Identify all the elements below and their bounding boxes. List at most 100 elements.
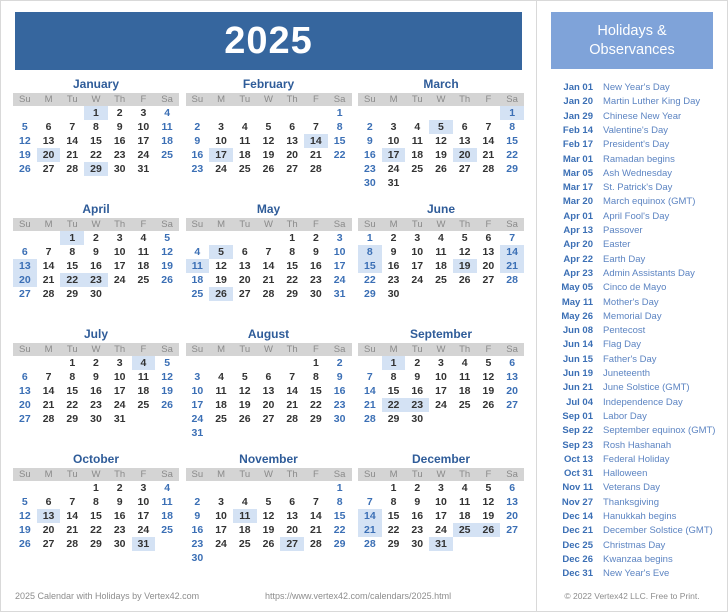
day-cell[interactable]: 4 — [233, 495, 257, 509]
day-cell[interactable]: 27 — [500, 523, 524, 537]
day-cell[interactable]: 18 — [209, 398, 233, 412]
day-cell[interactable]: 5 — [13, 120, 37, 134]
day-cell[interactable]: 26 — [257, 537, 281, 551]
day-cell[interactable]: 10 — [382, 134, 406, 148]
day-cell[interactable]: 10 — [186, 384, 210, 398]
day-cell[interactable]: 21 — [280, 398, 304, 412]
footer-url[interactable]: https://www.vertex42.com/calendars/2025.… — [265, 591, 522, 601]
day-cell[interactable]: 9 — [328, 370, 352, 384]
day-cell[interactable]: 23 — [304, 273, 328, 287]
day-cell[interactable]: 10 — [108, 370, 132, 384]
day-cell[interactable]: 15 — [358, 259, 382, 273]
day-cell[interactable]: 25 — [209, 412, 233, 426]
day-cell[interactable]: 12 — [155, 245, 179, 259]
day-cell[interactable]: 12 — [233, 384, 257, 398]
day-cell[interactable]: 9 — [84, 370, 108, 384]
day-cell[interactable]: 28 — [60, 537, 84, 551]
day-cell[interactable]: 22 — [304, 398, 328, 412]
day-cell[interactable]: 28 — [477, 162, 501, 176]
day-cell[interactable]: 6 — [453, 120, 477, 134]
day-cell[interactable]: 12 — [209, 259, 233, 273]
day-cell[interactable]: 18 — [233, 148, 257, 162]
day-cell[interactable]: 11 — [453, 495, 477, 509]
day-cell[interactable]: 3 — [382, 120, 406, 134]
day-cell[interactable]: 18 — [233, 523, 257, 537]
day-cell[interactable]: 14 — [257, 259, 281, 273]
day-cell[interactable]: 10 — [132, 120, 156, 134]
day-cell[interactable]: 9 — [304, 245, 328, 259]
day-cell[interactable]: 20 — [13, 398, 37, 412]
day-cell[interactable]: 1 — [280, 231, 304, 245]
day-cell[interactable]: 14 — [60, 509, 84, 523]
day-cell[interactable]: 26 — [453, 273, 477, 287]
day-cell[interactable]: 26 — [233, 412, 257, 426]
day-cell[interactable]: 29 — [60, 287, 84, 301]
day-cell[interactable]: 31 — [131, 537, 156, 551]
day-cell[interactable]: 9 — [186, 509, 210, 523]
day-cell[interactable]: 13 — [13, 259, 37, 273]
day-cell[interactable]: 14 — [304, 509, 328, 523]
day-cell[interactable]: 24 — [108, 398, 132, 412]
day-cell[interactable]: 28 — [358, 412, 382, 426]
day-cell[interactable]: 30 — [358, 176, 382, 190]
day-cell[interactable]: 19 — [13, 148, 37, 162]
day-cell[interactable]: 2 — [328, 356, 352, 370]
day-cell[interactable]: 23 — [328, 398, 352, 412]
day-cell[interactable]: 23 — [84, 398, 108, 412]
day-cell[interactable]: 23 — [186, 162, 210, 176]
day-cell[interactable]: 4 — [453, 356, 477, 370]
day-cell[interactable]: 15 — [328, 509, 352, 523]
day-cell[interactable]: 28 — [37, 287, 61, 301]
day-cell[interactable]: 1 — [358, 231, 382, 245]
day-cell[interactable]: 4 — [131, 356, 156, 370]
day-cell[interactable]: 28 — [60, 162, 84, 176]
day-cell[interactable]: 2 — [405, 481, 429, 495]
day-cell[interactable]: 14 — [358, 384, 382, 398]
day-cell[interactable]: 21 — [304, 148, 328, 162]
day-cell[interactable]: 14 — [500, 245, 524, 259]
day-cell[interactable]: 8 — [84, 495, 108, 509]
day-cell[interactable]: 21 — [60, 148, 84, 162]
day-cell[interactable]: 26 — [257, 162, 281, 176]
day-cell[interactable]: 11 — [155, 495, 179, 509]
day-cell[interactable]: 27 — [477, 273, 501, 287]
day-cell[interactable]: 27 — [453, 162, 477, 176]
day-cell[interactable]: 5 — [233, 370, 257, 384]
day-cell[interactable]: 26 — [476, 523, 501, 537]
day-cell[interactable]: 17 — [429, 384, 453, 398]
day-cell[interactable]: 17 — [429, 509, 453, 523]
day-cell[interactable]: 2 — [405, 356, 429, 370]
day-cell[interactable]: 3 — [209, 120, 233, 134]
day-cell[interactable]: 5 — [429, 120, 453, 134]
day-cell[interactable]: 22 — [382, 523, 406, 537]
day-cell[interactable]: 18 — [453, 384, 477, 398]
day-cell[interactable]: 5 — [477, 481, 501, 495]
day-cell[interactable]: 14 — [304, 134, 328, 148]
day-cell[interactable]: 30 — [84, 287, 108, 301]
day-cell[interactable]: 25 — [233, 537, 257, 551]
day-cell[interactable]: 29 — [328, 537, 352, 551]
day-cell[interactable]: 2 — [108, 481, 132, 495]
day-cell[interactable]: 9 — [358, 134, 382, 148]
day-cell[interactable]: 24 — [405, 273, 429, 287]
day-cell[interactable]: 24 — [132, 523, 156, 537]
day-cell[interactable]: 7 — [37, 370, 61, 384]
day-cell[interactable]: 2 — [382, 231, 406, 245]
day-cell[interactable]: 31 — [429, 537, 453, 551]
day-cell[interactable]: 21 — [477, 148, 501, 162]
day-cell[interactable]: 25 — [132, 398, 156, 412]
day-cell[interactable]: 13 — [37, 134, 61, 148]
day-cell[interactable]: 7 — [257, 245, 281, 259]
day-cell[interactable]: 8 — [280, 245, 304, 259]
day-cell[interactable]: 20 — [257, 398, 281, 412]
day-cell[interactable]: 3 — [429, 481, 453, 495]
day-cell[interactable]: 11 — [185, 259, 210, 273]
day-cell[interactable]: 24 — [429, 398, 453, 412]
day-cell[interactable]: 8 — [382, 370, 406, 384]
day-cell[interactable]: 21 — [358, 398, 382, 412]
day-cell[interactable]: 1 — [381, 356, 406, 370]
day-cell[interactable]: 30 — [328, 412, 352, 426]
day-cell[interactable]: 6 — [280, 120, 304, 134]
day-cell[interactable]: 4 — [405, 120, 429, 134]
day-cell[interactable]: 16 — [84, 259, 108, 273]
